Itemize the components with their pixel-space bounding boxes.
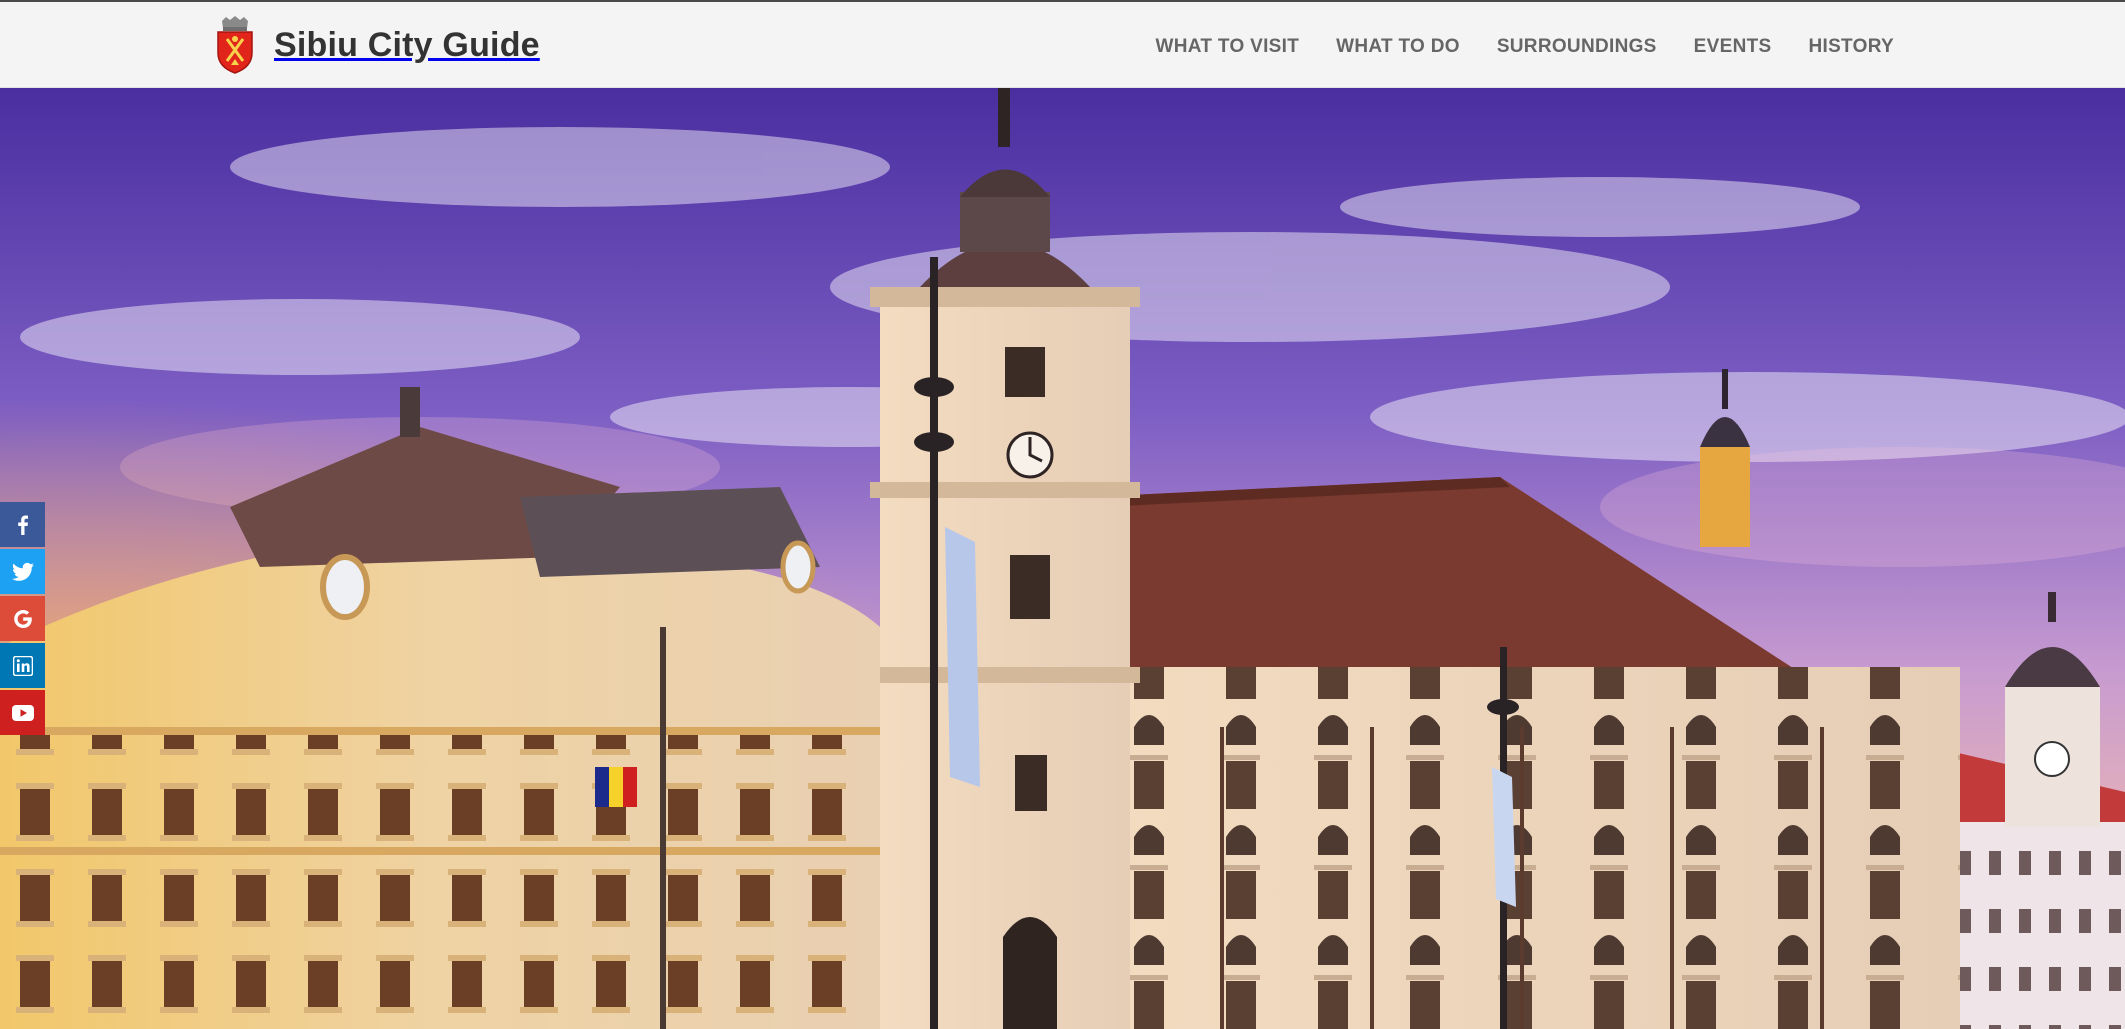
sibiu-coat-of-arms-icon (217, 16, 253, 74)
main-nav: WHAT TO VISIT WHAT TO DO SURROUNDINGS EV… (1119, 36, 1894, 58)
site-title: Sibiu City Guide (274, 25, 540, 64)
site-header: Sibiu City Guide WHAT TO VISIT WHAT TO D… (0, 2, 2125, 88)
google-icon (13, 609, 32, 628)
social-sidebar (0, 502, 45, 737)
nav-what-to-visit[interactable]: WHAT TO VISIT (1156, 36, 1300, 58)
hero-image (0, 87, 2125, 1029)
nav-events[interactable]: EVENTS (1694, 36, 1772, 58)
nav-surroundings[interactable]: SURROUNDINGS (1497, 36, 1657, 58)
facebook-icon (17, 515, 28, 535)
linkedin-icon (12, 655, 33, 676)
linkedin-button[interactable] (0, 643, 45, 688)
nav-history[interactable]: HISTORY (1808, 36, 1894, 58)
facebook-button[interactable] (0, 502, 45, 547)
youtube-button[interactable] (0, 690, 45, 735)
twitter-icon (11, 562, 34, 581)
hero-illustration (0, 87, 2125, 1029)
youtube-icon (11, 704, 34, 721)
home-link[interactable]: Sibiu City Guide (214, 15, 540, 75)
nav-what-to-do[interactable]: WHAT TO DO (1336, 36, 1460, 58)
twitter-button[interactable] (0, 549, 45, 594)
google-button[interactable] (0, 596, 45, 641)
